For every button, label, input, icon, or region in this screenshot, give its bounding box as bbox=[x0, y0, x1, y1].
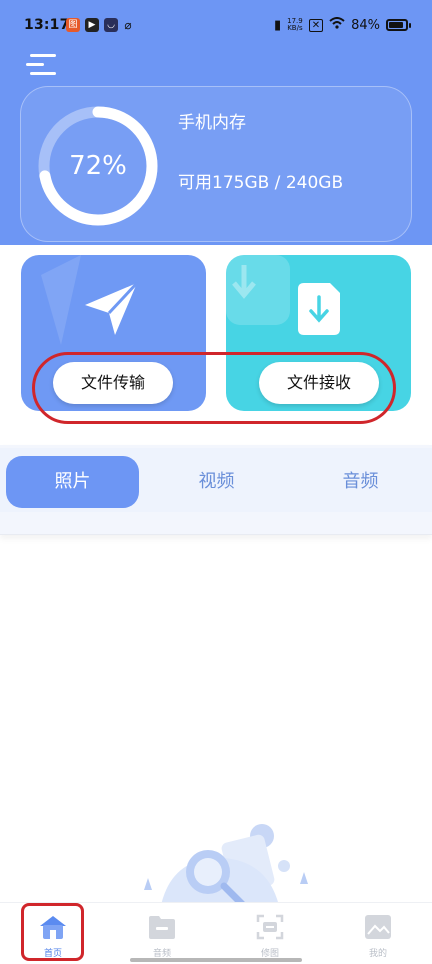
buttons-highlight-annotation bbox=[32, 352, 396, 424]
status-bar: 13:17 图 ▶ ◡ ⌀ ▮ 17.9 KB/s ✕ 84% bbox=[0, 0, 432, 52]
tab-videos[interactable]: 视频 bbox=[150, 456, 283, 508]
notification-link-icon: ⌀ bbox=[124, 18, 132, 32]
picture-icon bbox=[365, 915, 391, 939]
nav-mine[interactable]: 我的 bbox=[348, 910, 408, 962]
storage-available: 可用175GB / 240GB bbox=[178, 173, 344, 193]
storage-percent: 72% bbox=[69, 151, 127, 181]
vibrate-icon: ▮ bbox=[273, 17, 282, 33]
notification-app-icon: 图 bbox=[66, 18, 80, 32]
tab-audio[interactable]: 音频 bbox=[294, 456, 427, 508]
nav-audio[interactable]: 音频 bbox=[132, 910, 192, 962]
network-speed: 17.9 KB/s bbox=[287, 17, 303, 32]
notification-play-icon: ▶ bbox=[85, 18, 99, 32]
battery-icon bbox=[386, 19, 411, 31]
download-file-icon bbox=[298, 283, 340, 335]
crop-icon bbox=[256, 914, 284, 940]
home-indicator[interactable] bbox=[130, 958, 302, 962]
empty-state-illustration bbox=[144, 824, 308, 910]
wifi-icon bbox=[329, 17, 345, 33]
send-icon bbox=[85, 281, 139, 335]
notification-app-icon: ◡ bbox=[104, 18, 118, 32]
folder-icon bbox=[149, 916, 175, 939]
storage-title: 手机内存 bbox=[178, 113, 246, 133]
menu-icon[interactable] bbox=[26, 54, 56, 78]
home-highlight-annotation bbox=[21, 903, 84, 961]
nav-edit-photo[interactable]: 修图 bbox=[240, 910, 300, 962]
tab-photos[interactable]: 照片 bbox=[6, 456, 139, 508]
battery-percent: 84% bbox=[351, 17, 380, 33]
sim-icon: ✕ bbox=[308, 18, 324, 32]
status-time: 13:17 bbox=[24, 17, 70, 33]
